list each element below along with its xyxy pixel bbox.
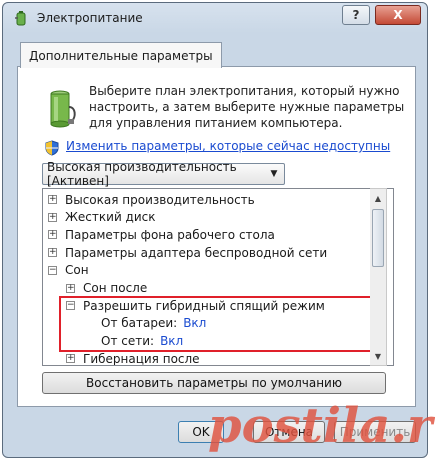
- expand-icon[interactable]: +: [48, 195, 57, 204]
- tree-item[interactable]: − Сон: [48, 262, 89, 279]
- scroll-thumb[interactable]: [372, 209, 384, 267]
- tree-item[interactable]: + Параметры адаптера беспроводной сети: [48, 244, 327, 261]
- restore-defaults-button[interactable]: Восстановить параметры по умолчанию: [42, 372, 386, 394]
- tree-item-label: Высокая производительность: [65, 192, 255, 207]
- scroll-up-icon[interactable]: ▲: [370, 190, 386, 206]
- tree-item[interactable]: + Высокая производительность: [48, 191, 255, 208]
- tree-item-label: Гибернация после: [83, 351, 200, 366]
- tree-item[interactable]: + Жесткий диск: [48, 209, 156, 226]
- close-button[interactable]: X: [375, 5, 421, 25]
- tree-item[interactable]: + Сон после: [66, 280, 147, 297]
- tree-item[interactable]: + Параметры фона рабочего стола: [48, 226, 275, 243]
- title-bar[interactable]: Электропитание ? X: [3, 3, 427, 33]
- ok-button[interactable]: OK: [178, 421, 224, 443]
- settings-tree[interactable]: + Высокая производительность + Жесткий диск…: [42, 188, 394, 366]
- battery-plug-icon: [15, 11, 26, 26]
- tree-item-label: Жесткий диск: [65, 210, 156, 225]
- highlight-box: [59, 296, 379, 352]
- tree-item-label: Сон после: [83, 281, 148, 295]
- expand-icon[interactable]: +: [66, 354, 75, 364]
- power-plan-select[interactable]: Высокая производительность [Активен] ▼: [42, 160, 285, 188]
- change-unavailable-settings-link[interactable]: Изменить параметры, которые сейчас недос…: [66, 139, 390, 153]
- tree-scrollbar[interactable]: ▲ ▼: [370, 188, 387, 366]
- tree-item[interactable]: + Гибернация после: [66, 350, 200, 366]
- window-title: Электропитание: [37, 11, 143, 25]
- help-button[interactable]: ?: [342, 5, 370, 25]
- tab-advanced-settings[interactable]: Дополнительные параметры: [20, 42, 222, 68]
- chevron-down-icon: ▼: [270, 169, 278, 179]
- plan-select-value: Высокая производительность [Активен]: [47, 160, 237, 188]
- power-options-window: Электропитание ? X Дополнительные параме…: [2, 2, 428, 458]
- expand-icon[interactable]: +: [66, 283, 75, 293]
- expand-icon[interactable]: +: [48, 248, 57, 258]
- battery-icon: [50, 90, 76, 128]
- expand-icon[interactable]: +: [48, 230, 57, 240]
- cancel-button[interactable]: Отмена: [253, 421, 325, 443]
- apply-button[interactable]: Применить: [334, 421, 416, 443]
- description-text: Выберите план электропитания, который ну…: [89, 84, 405, 130]
- settings-panel: Выберите план электропитания, который ну…: [17, 66, 416, 407]
- uac-shield-icon: [45, 140, 59, 156]
- collapse-icon[interactable]: −: [48, 265, 57, 275]
- tree-item-label: Параметры фона рабочего стола: [65, 227, 275, 242]
- tree-item-label: Параметры адаптера беспроводной сети: [65, 245, 328, 260]
- expand-icon[interactable]: +: [48, 212, 57, 222]
- tree-item-label: Сон: [65, 263, 89, 278]
- scroll-down-icon[interactable]: ▼: [370, 348, 386, 364]
